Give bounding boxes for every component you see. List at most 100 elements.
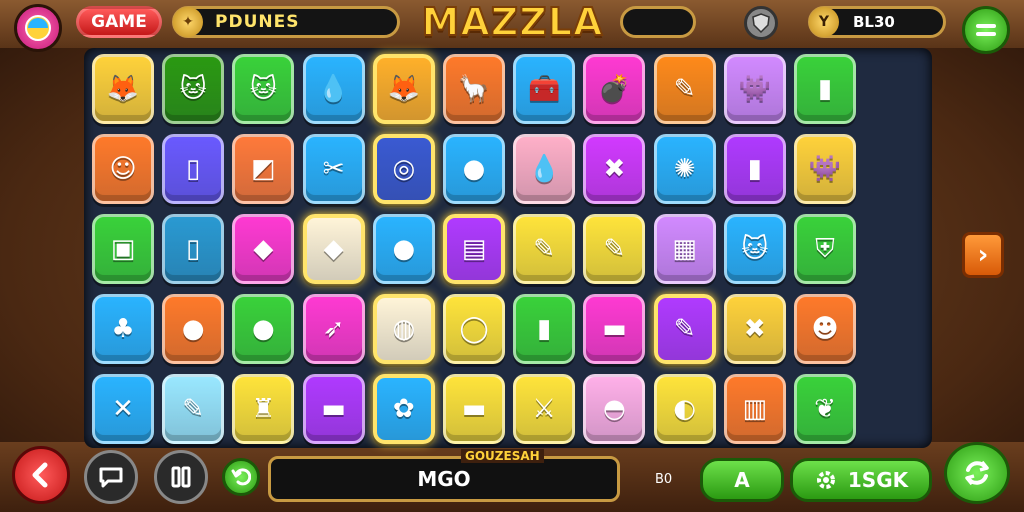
board-tile[interactable]: ◩ [232, 134, 295, 204]
pen-icon: ✎ [603, 234, 626, 264]
board-tile[interactable]: ▮ [794, 54, 856, 124]
gem-icon: ◆ [253, 234, 274, 264]
board-tile[interactable]: 👾 [723, 54, 786, 124]
ball-icon: ◐ [673, 394, 696, 424]
a-button[interactable]: A [700, 458, 784, 502]
board-tile[interactable]: 💧 [513, 134, 576, 204]
board-tile[interactable]: ☺ [92, 134, 154, 204]
board-tile[interactable]: ✎ [583, 214, 646, 284]
next-arrow-button[interactable]: › [962, 232, 1004, 278]
phone-icon: ▯ [186, 234, 201, 264]
score-label: BL30 [853, 13, 895, 31]
shield-button[interactable] [744, 6, 778, 40]
board-tile[interactable]: 🦊 [92, 54, 154, 124]
cat-icon: 🐱 [249, 74, 277, 104]
board-tile[interactable]: ▮ [513, 294, 576, 364]
board-tile[interactable]: ▦ [653, 214, 716, 284]
board-tile[interactable]: ⛨ [794, 214, 856, 284]
board-tile[interactable]: ♜ [232, 374, 295, 444]
game-title: MAZZLA [421, 0, 604, 45]
profile-button[interactable] [14, 4, 62, 52]
board-tile[interactable]: ✺ [653, 134, 716, 204]
board-tile[interactable]: 🐱 [162, 54, 225, 124]
spinner-icon: ✺ [673, 154, 696, 184]
target-icon: ◎ [392, 154, 416, 184]
board-tile[interactable]: 💣 [583, 54, 646, 124]
bottle-icon: ▮ [817, 74, 833, 104]
back-arrow-icon [32, 462, 48, 488]
board-tile[interactable]: 👾 [794, 134, 856, 204]
board-tile[interactable]: ✎ [653, 54, 716, 124]
menu-icon [976, 24, 996, 36]
board-tile[interactable]: ✎ [162, 374, 225, 444]
board-tile[interactable]: ▬ [443, 374, 505, 444]
word-field-value: MGO [417, 467, 471, 491]
pen-icon: ✎ [182, 394, 205, 424]
board-tile[interactable]: ◯ [443, 294, 505, 364]
board-tile[interactable]: ▬ [583, 294, 646, 364]
board-tile[interactable]: ◍ [372, 294, 435, 364]
chat-button[interactable] [84, 450, 138, 504]
undo-button[interactable] [222, 458, 260, 496]
game-label-button[interactable]: GAME [76, 6, 162, 38]
refresh-button[interactable] [944, 442, 1010, 504]
pen-icon: ✎ [673, 314, 696, 344]
board-tile[interactable]: 🦙 [443, 54, 505, 124]
word-field[interactable]: GOUZESAH MGO [268, 449, 620, 502]
board-tile[interactable]: ⚔ [513, 374, 576, 444]
scissors-icon: ✂ [322, 154, 345, 184]
board-tile[interactable]: ✕ [92, 374, 154, 444]
board-tile[interactable]: ▬ [302, 374, 365, 444]
board-tile[interactable]: ✖ [723, 294, 786, 364]
bomb-icon: 💣 [598, 74, 631, 104]
board-tile[interactable]: ● [232, 294, 295, 364]
pause-button[interactable] [154, 450, 208, 504]
board-tile[interactable]: ● [162, 294, 225, 364]
board-tile[interactable]: 💧 [302, 54, 365, 124]
board-tile[interactable]: ▮ [723, 134, 786, 204]
board-tile[interactable]: 🐱 [232, 54, 295, 124]
tube-icon: ▬ [602, 314, 627, 344]
coin-icon: ✦ [173, 7, 203, 37]
bar-icon: ▬ [461, 394, 487, 424]
board-tile[interactable]: 🦊 [372, 54, 435, 124]
board-tile[interactable]: ✎ [653, 294, 716, 364]
board-tile[interactable]: ☻ [794, 294, 856, 364]
board-tile[interactable]: ▥ [723, 374, 786, 444]
x-icon: ✖ [743, 314, 766, 344]
board-tile[interactable]: ✿ [372, 374, 435, 444]
board-tile[interactable]: 🐱 [723, 214, 786, 284]
board-tile[interactable]: 🧰 [513, 54, 576, 124]
board-tile[interactable]: ● [443, 134, 505, 204]
settings-button[interactable]: 1SGK [790, 458, 932, 502]
pause-icon [171, 466, 191, 488]
board-tile[interactable]: ✎ [513, 214, 576, 284]
word-field-caption: GOUZESAH [461, 449, 544, 463]
slime-icon: ● [392, 234, 416, 264]
board-tile[interactable]: ◆ [302, 214, 365, 284]
chest-icon: 🧰 [528, 74, 561, 104]
board-tile[interactable]: ▯ [162, 214, 225, 284]
board-tile[interactable]: ▤ [443, 214, 505, 284]
board-tile[interactable]: ✂ [302, 134, 365, 204]
board-tile[interactable]: ➶ [302, 294, 365, 364]
board-tile[interactable]: ▣ [92, 214, 154, 284]
pen-icon: ✎ [533, 234, 556, 264]
score-bar: Y BL30 [808, 6, 946, 38]
board-tile[interactable]: ♣ [92, 294, 154, 364]
settings-button-label: 1SGK [847, 468, 909, 492]
board-tile[interactable]: ▯ [162, 134, 225, 204]
board-tile[interactable]: ◐ [653, 374, 716, 444]
board-tile[interactable]: ◓ [583, 374, 646, 444]
leaf-icon: ❦ [814, 394, 836, 424]
bottle-icon: ▮ [747, 154, 762, 184]
board-tile[interactable]: ◎ [372, 134, 435, 204]
board-tile[interactable]: ● [372, 214, 435, 284]
menu-button[interactable] [962, 6, 1010, 54]
title-tail-bar [620, 6, 696, 38]
board-tile[interactable]: ◆ [232, 214, 295, 284]
board-tile[interactable]: ✖ [583, 134, 646, 204]
board-tile[interactable]: ❦ [794, 374, 856, 444]
back-button[interactable] [12, 446, 70, 504]
gear-icon [816, 471, 835, 489]
